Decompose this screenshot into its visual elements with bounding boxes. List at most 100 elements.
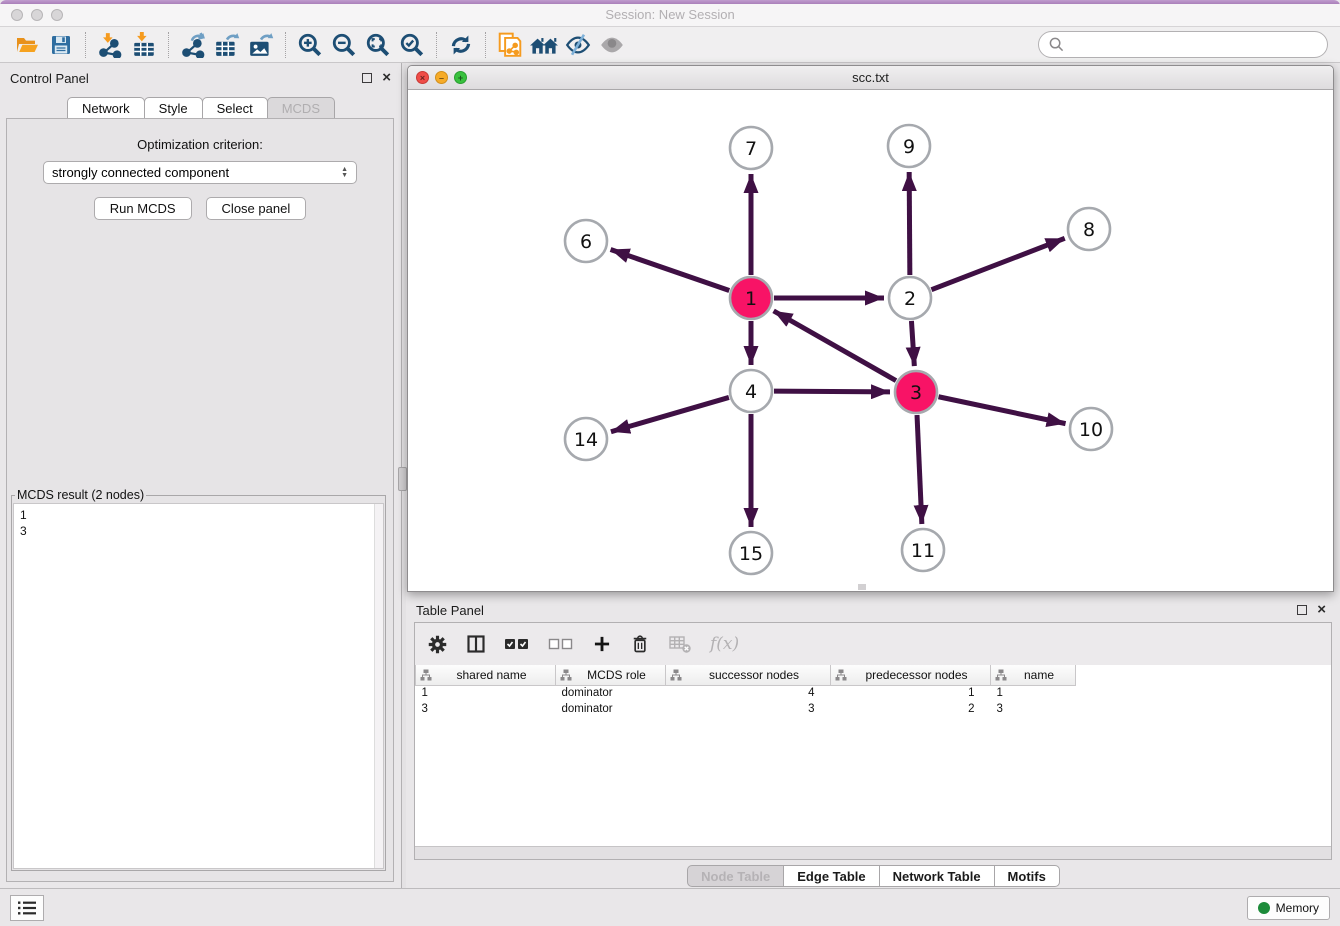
close-panel-icon[interactable]: × xyxy=(382,73,391,83)
table-float-icon[interactable] xyxy=(1297,605,1307,615)
graph-node-15[interactable]: 15 xyxy=(730,532,772,574)
network-window-titlebar: × – + scc.txt xyxy=(408,66,1333,90)
zoom-fit-icon xyxy=(365,32,391,58)
column-header-successor-nodes[interactable]: successor nodes xyxy=(666,665,831,685)
show-column-button[interactable] xyxy=(466,634,486,654)
import-network-button[interactable] xyxy=(93,30,127,60)
graph-node-7[interactable]: 7 xyxy=(730,127,772,169)
table-toolbar: f(x) xyxy=(415,623,1331,665)
float-panel-icon[interactable] xyxy=(362,73,372,83)
network-canvas[interactable]: 7 9 6 8 1 2 4 3 14 10 15 11 xyxy=(408,90,1333,591)
search-box xyxy=(1038,31,1328,58)
result-scrollbar[interactable] xyxy=(374,504,383,868)
search-input[interactable] xyxy=(1070,37,1317,52)
graph-node-1[interactable]: 1 xyxy=(730,277,772,319)
save-session-button[interactable] xyxy=(44,30,78,60)
graph-node-2[interactable]: 2 xyxy=(889,277,931,319)
table-close-icon[interactable]: × xyxy=(1317,605,1326,615)
graph-node-4[interactable]: 4 xyxy=(730,370,772,412)
select-all-button[interactable] xyxy=(504,635,530,653)
mcds-panel: Optimization criterion: strongly connect… xyxy=(6,118,394,882)
mcds-result-text[interactable]: 13 xyxy=(13,503,384,869)
open-session-button[interactable] xyxy=(10,30,44,60)
svg-text:2: 2 xyxy=(904,288,916,310)
zoom-out-button[interactable] xyxy=(327,30,361,60)
column-header-MCDS-role[interactable]: MCDS role xyxy=(556,665,666,685)
control-panel: Control Panel × NetworkStyleSelectMCDS O… xyxy=(0,63,401,888)
column-header-name[interactable]: name xyxy=(991,665,1076,685)
run-mcds-button[interactable]: Run MCDS xyxy=(94,197,192,220)
graph-edge-4-14[interactable] xyxy=(611,397,729,431)
tab-network[interactable]: Network xyxy=(67,97,145,119)
refresh-icon xyxy=(448,32,474,58)
refresh-layout-button[interactable] xyxy=(444,30,478,60)
table-cell: 1 xyxy=(991,685,1076,701)
graph-node-10[interactable]: 10 xyxy=(1070,408,1112,450)
table-tabs: Node TableEdge TableNetwork TableMotifs xyxy=(406,865,1340,887)
tab-motifs[interactable]: Motifs xyxy=(994,865,1060,887)
columns-icon xyxy=(466,634,486,654)
column-header-shared-name[interactable]: shared name xyxy=(416,665,556,685)
table-cell: dominator xyxy=(556,701,666,717)
tab-node-table[interactable]: Node Table xyxy=(687,865,784,887)
attribute-tree-icon xyxy=(670,669,682,681)
zoom-in-button[interactable] xyxy=(293,30,327,60)
table-row[interactable]: 3dominator323 xyxy=(416,701,1076,717)
attribute-tree-icon xyxy=(835,669,847,681)
table-panel-title: Table Panel xyxy=(416,603,1297,618)
canvas-splitter-grip[interactable] xyxy=(858,584,866,590)
graph-node-14[interactable]: 14 xyxy=(565,418,607,460)
app-window: Session: New Session xyxy=(0,0,1340,926)
first-neighbors-button[interactable] xyxy=(527,30,561,60)
network-window-title: scc.txt xyxy=(408,70,1333,85)
task-history-button[interactable] xyxy=(10,895,44,921)
attribute-tree-icon xyxy=(560,669,572,681)
column-header-predecessor-nodes[interactable]: predecessor nodes xyxy=(831,665,991,685)
deselect-all-button[interactable] xyxy=(548,635,574,653)
graph-node-6[interactable]: 6 xyxy=(565,220,607,262)
table-row[interactable]: 1dominator411 xyxy=(416,685,1076,701)
export-network-button[interactable] xyxy=(176,30,210,60)
delete-column-button[interactable] xyxy=(630,634,650,654)
zoom-selected-button[interactable] xyxy=(395,30,429,60)
duplicate-network-button[interactable] xyxy=(493,30,527,60)
svg-text:11: 11 xyxy=(911,540,935,562)
show-graphics-details-button[interactable] xyxy=(595,30,629,60)
memory-button[interactable]: Memory xyxy=(1247,896,1330,920)
graph-edge-3-11[interactable] xyxy=(917,415,922,524)
export-image-button[interactable] xyxy=(244,30,278,60)
hide-graphics-details-button[interactable] xyxy=(561,30,595,60)
tab-network-table[interactable]: Network Table xyxy=(879,865,995,887)
graph-edge-2-9[interactable] xyxy=(909,172,910,275)
criterion-select[interactable]: strongly connected component ▲▼ xyxy=(43,161,357,184)
tab-mcds[interactable]: MCDS xyxy=(267,97,335,119)
graph-edge-3-1[interactable] xyxy=(774,311,896,381)
svg-text:14: 14 xyxy=(574,429,598,451)
zoom-fit-button[interactable] xyxy=(361,30,395,60)
memory-label: Memory xyxy=(1276,901,1319,915)
tab-select[interactable]: Select xyxy=(202,97,268,119)
add-column-button[interactable] xyxy=(592,634,612,654)
close-panel-button[interactable]: Close panel xyxy=(206,197,307,220)
graph-edge-2-3[interactable] xyxy=(911,321,914,366)
graph-node-9[interactable]: 9 xyxy=(888,125,930,167)
criterion-select-value: strongly connected component xyxy=(52,165,341,180)
svg-text:1: 1 xyxy=(745,288,757,310)
graph-edge-2-8[interactable] xyxy=(931,238,1064,289)
delete-table-button[interactable] xyxy=(668,634,692,654)
export-table-button[interactable] xyxy=(210,30,244,60)
mcds-result-box: MCDS result (2 nodes) 13 xyxy=(11,488,386,871)
graph-edge-1-6[interactable] xyxy=(611,249,730,290)
import-table-button[interactable] xyxy=(127,30,161,60)
tab-edge-table[interactable]: Edge Table xyxy=(783,865,879,887)
graph-node-8[interactable]: 8 xyxy=(1068,208,1110,250)
function-builder-button[interactable]: f(x) xyxy=(710,634,739,654)
graph-edge-3-10[interactable] xyxy=(939,397,1066,424)
table-cell: 1 xyxy=(416,685,556,701)
svg-text:10: 10 xyxy=(1079,419,1103,441)
table-settings-button[interactable] xyxy=(427,634,448,655)
graph-node-11[interactable]: 11 xyxy=(902,529,944,571)
graph-edge-4-3[interactable] xyxy=(774,391,890,392)
tab-style[interactable]: Style xyxy=(144,97,203,119)
graph-node-3[interactable]: 3 xyxy=(895,371,937,413)
